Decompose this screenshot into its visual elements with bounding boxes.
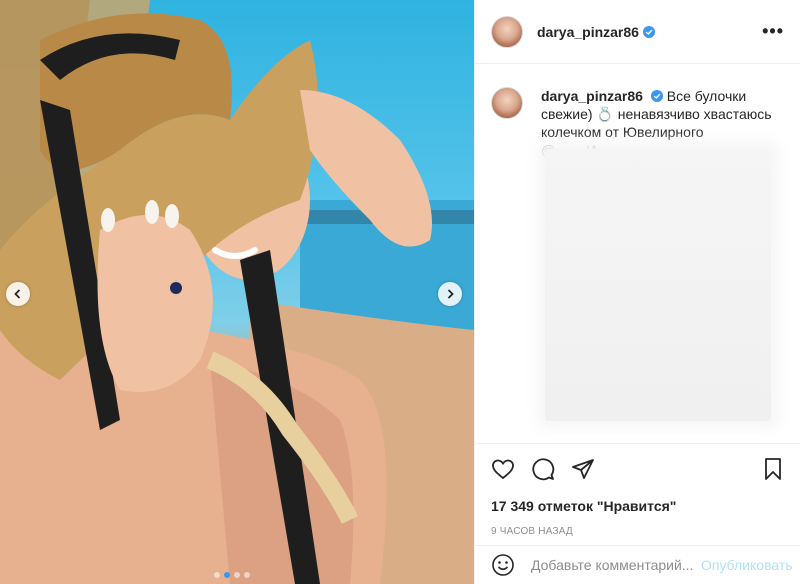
avatar[interactable] xyxy=(491,87,523,119)
carousel-next-button[interactable] xyxy=(438,282,462,306)
verified-badge-icon xyxy=(642,25,655,38)
verified-badge-icon xyxy=(650,90,663,102)
save-button[interactable] xyxy=(761,457,785,481)
caption-line: Все булочки xyxy=(666,88,747,104)
header-username[interactable]: darya_pinzar86 xyxy=(537,24,639,40)
carousel-dot xyxy=(244,572,250,578)
carousel-dot xyxy=(234,572,240,578)
post-timestamp[interactable]: 9 часов назад xyxy=(491,526,785,537)
post-photo[interactable] xyxy=(0,0,474,584)
heart-icon xyxy=(492,459,514,480)
emoji-icon xyxy=(492,554,514,576)
bookmark-icon xyxy=(765,458,781,480)
carousel-prev-button[interactable] xyxy=(6,282,30,306)
comment-icon xyxy=(532,458,555,481)
chevron-left-icon xyxy=(14,289,21,299)
publish-button[interactable]: Опубликовать xyxy=(701,557,793,573)
share-icon xyxy=(572,459,594,479)
caption-line: свежие) 💍 ненавязчиво хвастаюсь xyxy=(541,106,772,122)
like-button[interactable] xyxy=(491,457,515,481)
post-side-panel: darya_pinzar86 ••• darya_pinzar86 Все бу… xyxy=(474,0,800,584)
post-actions: 17 349 отметок "Нравится" 9 часов назад xyxy=(475,443,800,537)
caption-username[interactable]: darya_pinzar86 xyxy=(541,88,643,104)
comment-button[interactable] xyxy=(531,457,555,481)
avatar[interactable] xyxy=(491,15,523,48)
caption-line: колечком от Ювелирного xyxy=(541,124,704,140)
more-options-icon[interactable]: ••• xyxy=(762,21,784,42)
carousel-dots xyxy=(214,572,250,578)
blurred-content-overlay xyxy=(545,149,771,421)
comments-area: darya_pinzar86 Все булочки свежие) 💍 нен… xyxy=(475,65,800,443)
action-icons-row xyxy=(491,456,785,482)
photo-illustration xyxy=(0,0,474,584)
carousel-dot-active xyxy=(224,572,230,578)
comment-input[interactable] xyxy=(531,557,701,573)
share-button[interactable] xyxy=(571,457,595,481)
add-comment-bar: Опубликовать xyxy=(475,545,800,584)
emoji-button[interactable] xyxy=(491,553,515,577)
likes-count[interactable]: 17 349 отметок "Нравится" xyxy=(491,498,785,514)
post-header: darya_pinzar86 ••• xyxy=(475,0,800,64)
chevron-right-icon xyxy=(447,289,454,299)
carousel-dot xyxy=(214,572,220,578)
